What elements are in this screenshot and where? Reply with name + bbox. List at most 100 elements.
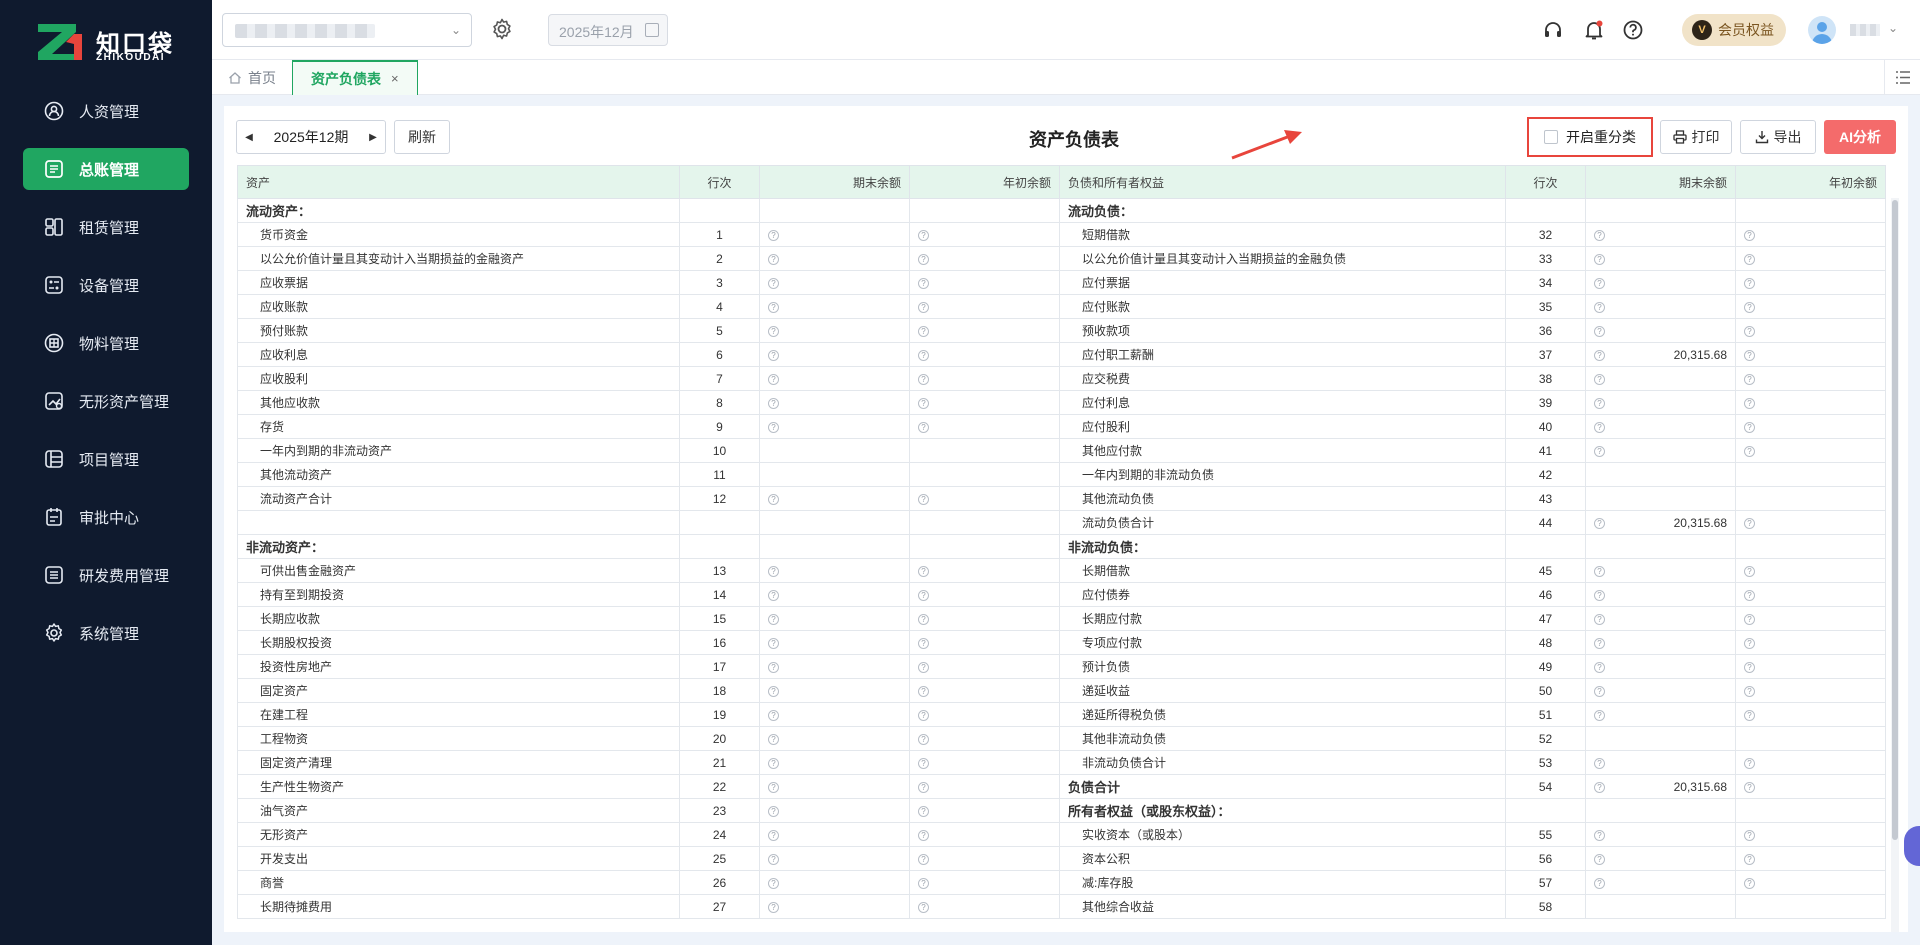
period-stepper[interactable]: ◀ 2025年12期 ▶ <box>236 120 386 154</box>
help-icon[interactable]: ? <box>918 230 929 241</box>
help-icon[interactable]: ? <box>1744 590 1755 601</box>
liability-end-balance-cell[interactable]: ? <box>1585 558 1736 583</box>
help-icon[interactable]: ? <box>768 854 779 865</box>
liability-end-balance-cell[interactable]: ? <box>1585 438 1736 463</box>
liability-end-balance-cell[interactable]: ? <box>1585 414 1736 439</box>
liability-end-balance-cell[interactable]: ? 20,315.68 <box>1585 342 1736 367</box>
sidebar-item-8[interactable]: 研发费用管理 <box>23 554 189 596</box>
help-icon[interactable]: ? <box>1594 781 1605 793</box>
sidebar-item-0[interactable]: 人资管理 <box>23 90 189 132</box>
asset-end-balance-cell[interactable]: ? <box>759 294 910 319</box>
liability-begin-balance-cell[interactable]: ? <box>1735 702 1886 727</box>
liability-end-balance-cell[interactable]: ? <box>1585 246 1736 271</box>
help-icon[interactable]: ? <box>1744 830 1755 841</box>
period-date-picker[interactable]: 2025年12月 <box>548 14 668 46</box>
help-icon[interactable]: ? <box>918 374 929 385</box>
help-icon[interactable]: ? <box>768 302 779 313</box>
help-icon[interactable]: ? <box>1594 590 1605 601</box>
help-icon[interactable]: ? <box>768 398 779 409</box>
sidebar-item-7[interactable]: 审批中心 <box>23 496 189 538</box>
asset-begin-balance-cell[interactable]: ? <box>909 846 1060 871</box>
liability-end-balance-cell[interactable]: ? <box>1585 702 1736 727</box>
liability-end-balance-cell[interactable]: ? <box>1585 222 1736 247</box>
liability-end-balance-cell[interactable]: ? <box>1585 630 1736 655</box>
reclassification-checkbox[interactable] <box>1544 130 1558 144</box>
asset-begin-balance-cell[interactable]: ? <box>909 870 1060 895</box>
help-icon[interactable]: ? <box>768 590 779 601</box>
asset-end-balance-cell[interactable] <box>759 438 910 463</box>
asset-end-balance-cell[interactable]: ? <box>759 606 910 631</box>
help-icon[interactable]: ? <box>918 350 929 361</box>
asset-end-balance-cell[interactable]: ? <box>759 342 910 367</box>
help-icon[interactable]: ? <box>918 734 929 745</box>
help-icon[interactable]: ? <box>1594 374 1605 385</box>
asset-end-balance-cell[interactable]: ? <box>759 558 910 583</box>
sidebar-item-1[interactable]: 总账管理 <box>23 148 189 190</box>
headset-icon[interactable] <box>1542 19 1564 41</box>
help-icon[interactable]: ? <box>918 758 929 769</box>
help-icon[interactable]: ? <box>918 902 929 913</box>
help-icon[interactable]: ? <box>1744 878 1755 889</box>
asset-begin-balance-cell[interactable]: ? <box>909 342 1060 367</box>
help-icon[interactable]: ? <box>1744 758 1755 769</box>
liability-begin-balance-cell[interactable] <box>1735 894 1886 919</box>
gear-icon[interactable] <box>490 17 516 43</box>
tab-home[interactable]: 首页 <box>228 60 276 95</box>
liability-begin-balance-cell[interactable] <box>1735 726 1886 751</box>
asset-begin-balance-cell[interactable]: ? <box>909 726 1060 751</box>
help-icon[interactable]: ? <box>768 710 779 721</box>
help-icon[interactable]: ? <box>768 830 779 841</box>
help-icon[interactable]: ? <box>918 302 929 313</box>
liability-begin-balance-cell[interactable]: ? <box>1735 438 1886 463</box>
asset-begin-balance-cell[interactable]: ? <box>909 270 1060 295</box>
help-icon[interactable]: ? <box>1744 350 1755 361</box>
chat-support-icon[interactable] <box>1904 826 1920 866</box>
help-icon[interactable]: ? <box>918 782 929 793</box>
help-icon[interactable]: ? <box>1744 638 1755 649</box>
asset-begin-balance-cell[interactable]: ? <box>909 894 1060 919</box>
liability-begin-balance-cell[interactable]: ? <box>1735 678 1886 703</box>
help-icon[interactable]: ? <box>918 494 929 505</box>
help-icon[interactable]: ? <box>1744 278 1755 289</box>
sidebar-item-3[interactable]: 设备管理 <box>23 264 189 306</box>
help-icon[interactable]: ? <box>918 590 929 601</box>
help-icon[interactable]: ? <box>768 350 779 361</box>
liability-end-balance-cell[interactable]: ? <box>1585 270 1736 295</box>
asset-end-balance-cell[interactable]: ? <box>759 366 910 391</box>
help-icon[interactable]: ? <box>918 686 929 697</box>
help-icon[interactable]: ? <box>768 374 779 385</box>
liability-begin-balance-cell[interactable]: ? <box>1735 414 1886 439</box>
company-select[interactable]: ⌄ <box>222 13 472 47</box>
help-icon[interactable]: ? <box>1594 830 1605 841</box>
help-icon[interactable]: ? <box>918 638 929 649</box>
help-icon[interactable]: ? <box>768 230 779 241</box>
asset-begin-balance-cell[interactable]: ? <box>909 246 1060 271</box>
notification-bell-icon[interactable] <box>1583 19 1605 41</box>
help-icon[interactable]: ? <box>1594 254 1605 265</box>
reclassification-toggle[interactable]: 开启重分类 <box>1527 117 1653 157</box>
help-icon[interactable]: ? <box>1594 566 1605 577</box>
liability-end-balance-cell[interactable] <box>1585 486 1736 511</box>
help-icon[interactable]: ? <box>1594 758 1605 769</box>
liability-end-balance-cell[interactable]: ? <box>1585 390 1736 415</box>
liability-begin-balance-cell[interactable]: ? <box>1735 294 1886 319</box>
help-icon[interactable]: ? <box>1744 662 1755 673</box>
asset-end-balance-cell[interactable]: ? <box>759 270 910 295</box>
liability-end-balance-cell[interactable]: ? <box>1585 822 1736 847</box>
help-icon[interactable]: ? <box>1594 878 1605 889</box>
liability-end-balance-cell[interactable] <box>1585 198 1736 223</box>
help-icon[interactable]: ? <box>1594 614 1605 625</box>
asset-end-balance-cell[interactable]: ? <box>759 318 910 343</box>
asset-end-balance-cell[interactable] <box>759 510 910 535</box>
help-icon[interactable]: ? <box>1594 686 1605 697</box>
help-icon[interactable]: ? <box>1744 518 1755 529</box>
asset-end-balance-cell[interactable] <box>759 534 910 559</box>
member-benefits-button[interactable]: V 会员权益 <box>1682 14 1786 46</box>
asset-end-balance-cell[interactable]: ? <box>759 390 910 415</box>
help-icon[interactable]: ? <box>768 422 779 433</box>
liability-begin-balance-cell[interactable] <box>1735 534 1886 559</box>
asset-begin-balance-cell[interactable]: ? <box>909 606 1060 631</box>
liability-end-balance-cell[interactable]: ? <box>1585 846 1736 871</box>
liability-end-balance-cell[interactable]: ? <box>1585 606 1736 631</box>
liability-end-balance-cell[interactable]: ? <box>1585 750 1736 775</box>
